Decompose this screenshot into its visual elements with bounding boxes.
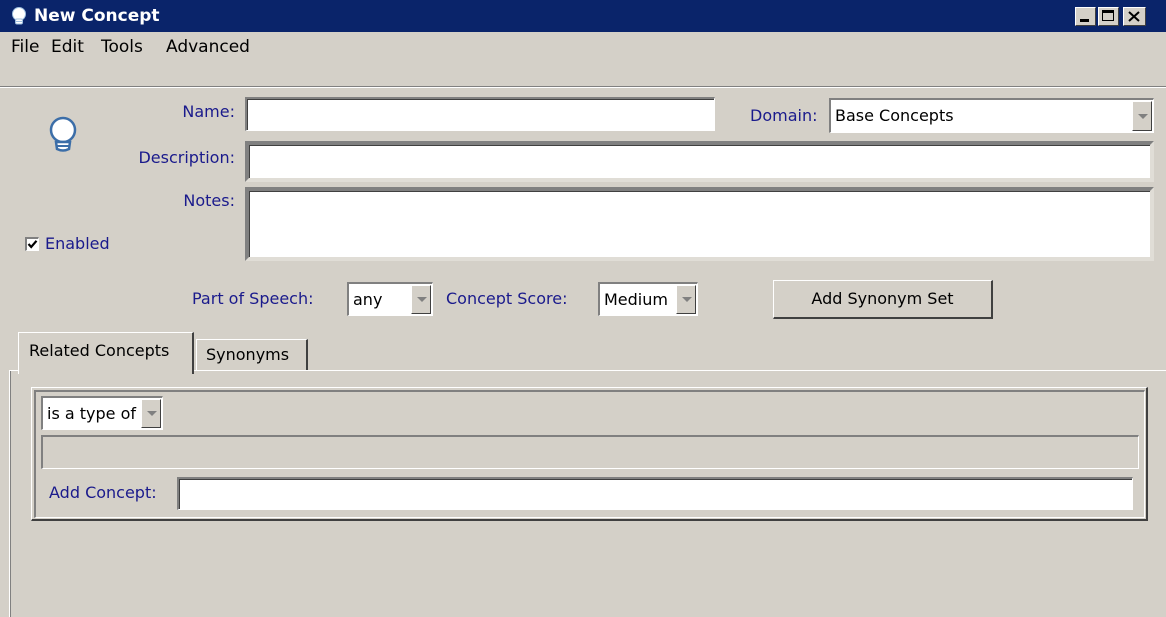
domain-dropdown-button[interactable]: [1132, 101, 1152, 131]
maximize-icon: [1102, 10, 1114, 21]
menu-file[interactable]: File: [11, 37, 39, 57]
relation-type-value: is a type of: [47, 404, 137, 423]
name-label: Name:: [182, 102, 235, 121]
maximize-button[interactable]: [1098, 7, 1119, 26]
chevron-down-icon: [417, 297, 427, 302]
close-button[interactable]: [1123, 7, 1146, 26]
menu-edit[interactable]: Edit: [51, 37, 84, 57]
window-title: New Concept: [34, 6, 160, 26]
related-concepts-list: [41, 435, 1139, 469]
relation-type-select[interactable]: is a type of: [41, 396, 163, 430]
enabled-label[interactable]: Enabled: [45, 234, 110, 253]
menu-divider-highlight: [0, 87, 1166, 88]
title-bar: New Concept: [0, 0, 1166, 32]
add-concept-label: Add Concept:: [49, 483, 157, 502]
concept-score-dropdown-button[interactable]: [676, 285, 696, 314]
tab-related-concepts-label: Related Concepts: [29, 341, 170, 360]
concept-score-label: Concept Score:: [446, 289, 568, 308]
lightbulb-icon: [12, 7, 26, 25]
menu-bar: File Edit Tools Advanced: [0, 32, 1166, 64]
name-input[interactable]: [245, 97, 715, 131]
part-of-speech-select[interactable]: any: [347, 282, 433, 316]
minimize-button[interactable]: [1075, 7, 1096, 26]
tab-synonyms-label: Synonyms: [206, 345, 290, 364]
chevron-down-icon: [1138, 114, 1148, 119]
domain-select[interactable]: Base Concepts: [829, 98, 1154, 133]
part-of-speech-label: Part of Speech:: [192, 289, 314, 308]
tab-related-concepts[interactable]: Related Concepts: [18, 332, 194, 374]
chevron-down-icon: [147, 411, 157, 416]
relation-type-dropdown-button[interactable]: [141, 399, 161, 428]
checkmark-icon: [27, 240, 38, 249]
domain-value: Base Concepts: [835, 106, 954, 125]
notes-label: Notes:: [183, 191, 235, 210]
tab-body-left-shadow: [10, 371, 11, 617]
add-synonym-set-button[interactable]: Add Synonym Set: [773, 280, 993, 319]
menu-tools[interactable]: Tools: [101, 37, 143, 57]
tab-synonyms[interactable]: Synonyms: [196, 339, 308, 371]
description-input[interactable]: [245, 141, 1154, 182]
menu-advanced[interactable]: Advanced: [166, 37, 250, 57]
add-concept-input[interactable]: [177, 477, 1133, 510]
domain-label: Domain:: [750, 106, 818, 125]
concept-lightbulb-icon: [49, 116, 77, 152]
minimize-icon: [1080, 19, 1089, 22]
close-icon: [1128, 11, 1140, 22]
concept-score-select[interactable]: Medium: [598, 282, 698, 316]
part-of-speech-value: any: [353, 290, 383, 309]
enabled-checkbox[interactable]: [25, 237, 39, 251]
description-label: Description:: [138, 148, 235, 167]
notes-textarea[interactable]: [245, 187, 1154, 261]
part-of-speech-dropdown-button[interactable]: [411, 285, 431, 314]
chevron-down-icon: [682, 297, 692, 302]
concept-score-value: Medium: [604, 290, 668, 309]
